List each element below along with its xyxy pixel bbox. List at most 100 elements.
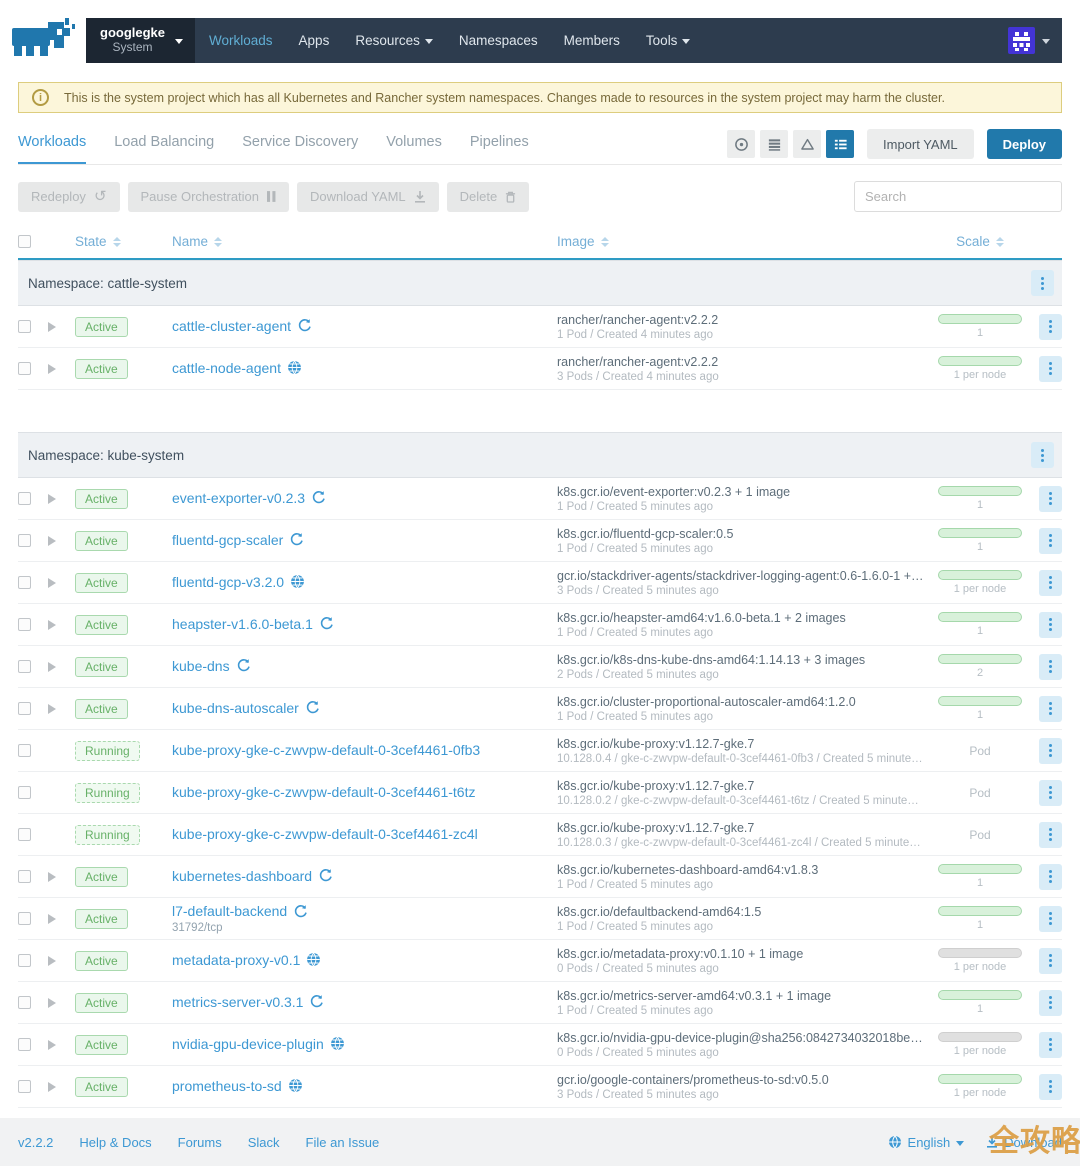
version-link[interactable]: v2.2.2 xyxy=(18,1135,53,1150)
row-menu-button[interactable] xyxy=(1039,737,1062,764)
workload-link[interactable]: cattle-node-agent xyxy=(172,360,302,376)
workload-link[interactable]: metadata-proxy-v0.1 xyxy=(172,952,321,968)
row-menu-button[interactable] xyxy=(1039,989,1062,1016)
footer-link-slack[interactable]: Slack xyxy=(248,1135,280,1150)
workload-link[interactable]: kubernetes-dashboard xyxy=(172,868,333,884)
image-column-header[interactable]: Image xyxy=(557,234,924,249)
expand-row-icon[interactable] xyxy=(48,363,56,374)
row-checkbox[interactable] xyxy=(18,320,31,333)
row-menu-button[interactable] xyxy=(1039,695,1062,722)
avatar[interactable] xyxy=(1008,27,1035,54)
download-yaml-button[interactable]: Download YAML xyxy=(297,181,439,212)
name-column-header[interactable]: Name xyxy=(172,234,557,249)
workload-link[interactable]: prometheus-to-sd xyxy=(172,1078,303,1094)
row-menu-button[interactable] xyxy=(1039,947,1062,974)
expand-row-icon[interactable] xyxy=(48,619,56,630)
expand-row-icon[interactable] xyxy=(48,493,56,504)
footer-link-forums[interactable]: Forums xyxy=(178,1135,222,1150)
row-menu-button[interactable] xyxy=(1039,905,1062,932)
row-checkbox[interactable] xyxy=(18,1038,31,1051)
nav-item-resources[interactable]: Resources xyxy=(355,33,433,48)
row-checkbox[interactable] xyxy=(18,870,31,883)
row-checkbox[interactable] xyxy=(18,996,31,1009)
nav-item-tools[interactable]: Tools xyxy=(646,33,691,48)
nav-item-namespaces[interactable]: Namespaces xyxy=(459,33,538,48)
row-menu-button[interactable] xyxy=(1039,1031,1062,1058)
footer-link-file-an-issue[interactable]: File an Issue xyxy=(306,1135,380,1150)
row-checkbox[interactable] xyxy=(18,912,31,925)
row-menu-button[interactable] xyxy=(1039,313,1062,340)
scale-column-header[interactable]: Scale xyxy=(956,234,1004,249)
expand-row-icon[interactable] xyxy=(48,703,56,714)
redeploy-button[interactable]: Redeploy ↺ xyxy=(18,181,120,212)
language-selector[interactable]: English xyxy=(888,1135,965,1150)
row-checkbox[interactable] xyxy=(18,786,31,799)
expand-row-icon[interactable] xyxy=(48,577,56,588)
row-menu-button[interactable] xyxy=(1039,569,1062,596)
row-menu-button[interactable] xyxy=(1039,653,1062,680)
workload-link[interactable]: kube-proxy-gke-c-zwvpw-default-0-3cef446… xyxy=(172,784,475,800)
deploy-button[interactable]: Deploy xyxy=(986,129,1062,159)
workload-link[interactable]: fluentd-gcp-v3.2.0 xyxy=(172,574,305,590)
expand-row-icon[interactable] xyxy=(48,1039,56,1050)
workload-link[interactable]: l7-default-backend xyxy=(172,903,308,919)
triangle-icon[interactable] xyxy=(793,130,821,158)
workload-link[interactable]: fluentd-gcp-scaler xyxy=(172,532,304,548)
row-menu-button[interactable] xyxy=(1039,611,1062,638)
row-checkbox[interactable] xyxy=(18,954,31,967)
row-checkbox[interactable] xyxy=(18,534,31,547)
row-checkbox[interactable] xyxy=(18,702,31,715)
expand-row-icon[interactable] xyxy=(48,1081,56,1092)
expand-row-icon[interactable] xyxy=(48,997,56,1008)
row-menu-button[interactable] xyxy=(1039,355,1062,382)
namespace-menu-button[interactable] xyxy=(1031,442,1054,468)
workload-link[interactable]: kube-dns-autoscaler xyxy=(172,700,320,716)
workload-link[interactable]: kube-proxy-gke-c-zwvpw-default-0-3cef446… xyxy=(172,826,478,842)
search-input[interactable] xyxy=(854,181,1062,212)
row-checkbox[interactable] xyxy=(18,576,31,589)
workload-link[interactable]: kube-proxy-gke-c-zwvpw-default-0-3cef446… xyxy=(172,742,480,758)
row-checkbox[interactable] xyxy=(18,660,31,673)
tab-workloads[interactable]: Workloads xyxy=(18,123,87,164)
row-checkbox[interactable] xyxy=(18,492,31,505)
workload-link[interactable]: metrics-server-v0.3.1 xyxy=(172,994,324,1010)
row-menu-button[interactable] xyxy=(1039,821,1062,848)
nav-item-members[interactable]: Members xyxy=(564,33,620,48)
import-yaml-button[interactable]: Import YAML xyxy=(867,129,974,159)
row-menu-button[interactable] xyxy=(1039,1073,1062,1100)
workload-link[interactable]: heapster-v1.6.0-beta.1 xyxy=(172,616,334,632)
row-checkbox[interactable] xyxy=(18,828,31,841)
workload-link[interactable]: event-exporter-v0.2.3 xyxy=(172,490,326,506)
workload-link[interactable]: nvidia-gpu-device-plugin xyxy=(172,1036,345,1052)
chevron-down-icon[interactable] xyxy=(1042,39,1050,44)
row-checkbox[interactable] xyxy=(18,362,31,375)
rows-icon[interactable] xyxy=(760,130,788,158)
tab-service-discovery[interactable]: Service Discovery xyxy=(242,123,358,164)
project-selector[interactable]: googlegke System xyxy=(86,18,196,63)
tab-pipelines[interactable]: Pipelines xyxy=(470,123,529,164)
expand-row-icon[interactable] xyxy=(48,955,56,966)
workload-link[interactable]: kube-dns xyxy=(172,658,251,674)
select-all-checkbox[interactable] xyxy=(18,235,31,248)
row-checkbox[interactable] xyxy=(18,1080,31,1093)
tab-load-balancing[interactable]: Load Balancing xyxy=(114,123,214,164)
download-cli-link[interactable]: Download xyxy=(986,1135,1062,1150)
tab-volumes[interactable]: Volumes xyxy=(386,123,442,164)
namespace-menu-button[interactable] xyxy=(1031,270,1054,296)
nav-item-apps[interactable]: Apps xyxy=(299,33,330,48)
gauge-icon[interactable] xyxy=(727,130,755,158)
pause-orchestration-button[interactable]: Pause Orchestration xyxy=(127,181,290,212)
state-column-header[interactable]: State xyxy=(75,234,121,249)
row-menu-button[interactable] xyxy=(1039,863,1062,890)
footer-link-help-docs[interactable]: Help & Docs xyxy=(79,1135,151,1150)
expand-row-icon[interactable] xyxy=(48,913,56,924)
row-menu-button[interactable] xyxy=(1039,779,1062,806)
row-menu-button[interactable] xyxy=(1039,527,1062,554)
nav-item-workloads[interactable]: Workloads xyxy=(209,33,273,48)
expand-row-icon[interactable] xyxy=(48,871,56,882)
row-menu-button[interactable] xyxy=(1039,485,1062,512)
expand-row-icon[interactable] xyxy=(48,321,56,332)
expand-row-icon[interactable] xyxy=(48,661,56,672)
expand-row-icon[interactable] xyxy=(48,535,56,546)
row-checkbox[interactable] xyxy=(18,618,31,631)
